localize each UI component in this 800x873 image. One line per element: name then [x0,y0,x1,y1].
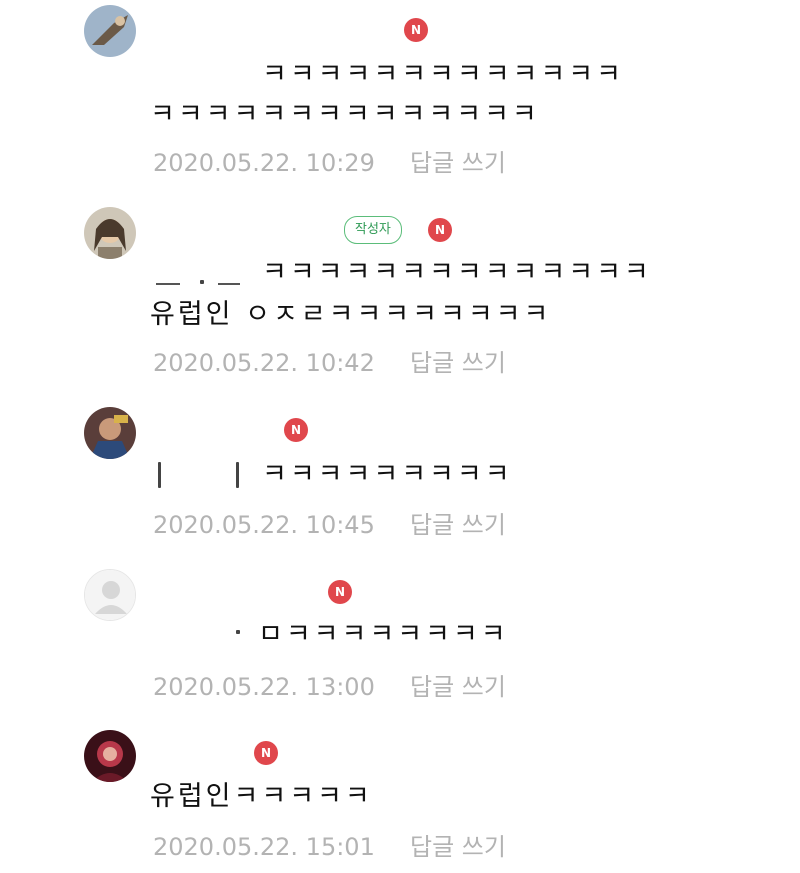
author-badge: 작성자 [344,216,402,244]
reply-button[interactable]: 답글 쓰기 [410,510,506,540]
reply-button[interactable]: 답글 쓰기 [410,832,506,862]
redacted-name [218,283,240,285]
new-badge: N [404,18,428,42]
redacted-name [158,462,161,488]
comment-text: 유럽인ㅋㅋㅋㅋㅋ [150,781,373,812]
redacted-name [236,630,240,634]
comment-date: 2020.05.22. 15:01 [153,833,375,861]
avatar[interactable] [84,407,136,459]
comment-text: ㅋㅋㅋㅋㅋㅋㅋㅋㅋㅋㅋㅋㅋㅋ [262,257,652,288]
comment-date: 2020.05.22. 10:29 [153,149,375,177]
redacted-name [200,280,204,284]
comment-text: ㅁㅋㅋㅋㅋㅋㅋㅋㅋ [258,619,509,650]
comment-text: ㅋㅋㅋㅋㅋㅋㅋㅋㅋ [262,459,513,490]
comment-text: 유럽인 ㅇㅈㄹㅋㅋㅋㅋㅋㅋㅋㅋ [150,299,552,330]
avatar[interactable] [84,5,136,57]
comment-date: 2020.05.22. 13:00 [153,673,375,701]
avatar[interactable] [84,730,136,782]
avatar[interactable] [84,569,136,621]
reply-button[interactable]: 답글 쓰기 [410,348,506,378]
comment-date: 2020.05.22. 10:42 [153,349,375,377]
redacted-name [156,283,180,285]
redacted-name [236,462,239,488]
new-badge: N [254,741,278,765]
new-badge: N [428,218,452,242]
new-badge: N [284,418,308,442]
comment-text: ㅋㅋㅋㅋㅋㅋㅋㅋㅋㅋㅋㅋㅋ [262,59,624,90]
avatar[interactable] [84,207,136,259]
reply-button[interactable]: 답글 쓰기 [410,148,506,178]
new-badge: N [328,580,352,604]
reply-button[interactable]: 답글 쓰기 [410,672,506,702]
comment-text: ㅋㅋㅋㅋㅋㅋㅋㅋㅋㅋㅋㅋㅋㅋ [150,99,540,130]
comment-date: 2020.05.22. 10:45 [153,511,375,539]
